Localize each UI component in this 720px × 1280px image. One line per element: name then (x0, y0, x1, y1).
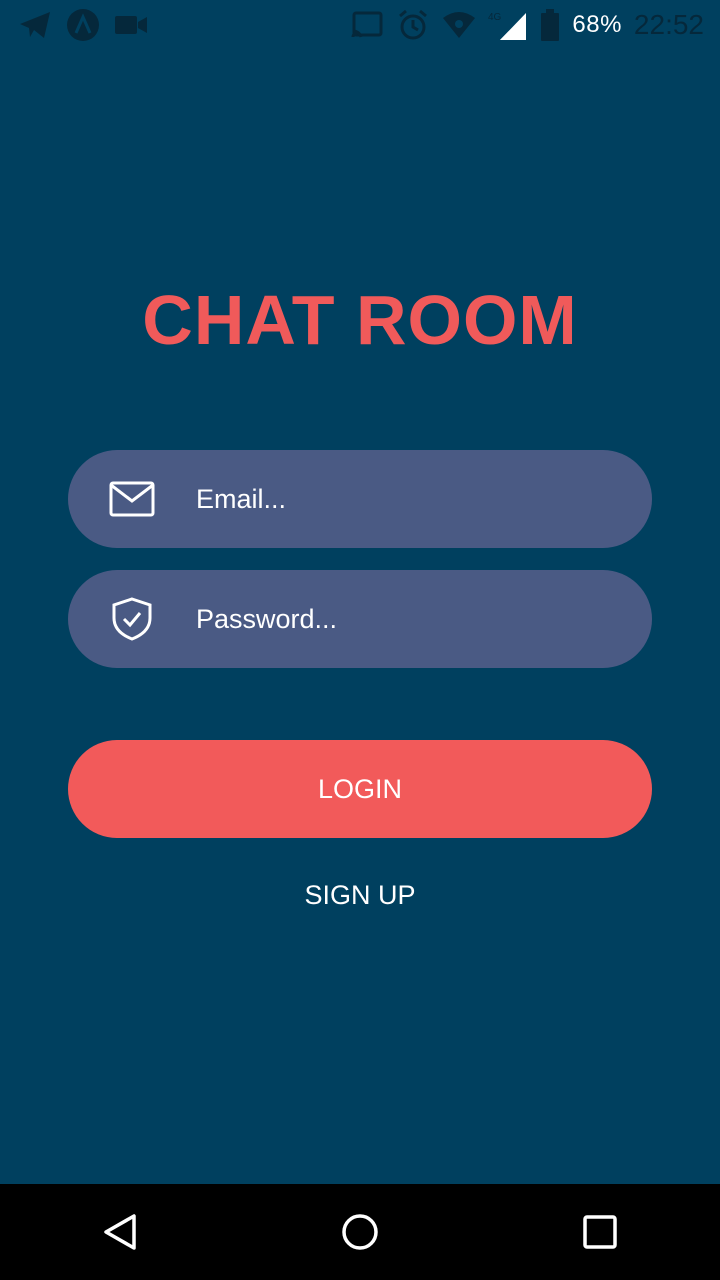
battery-percent: 68% (572, 11, 622, 38)
battery-icon (540, 8, 560, 42)
password-input[interactable] (194, 602, 652, 636)
clock: 22:52 (633, 9, 704, 40)
email-field[interactable] (68, 450, 652, 548)
login-button[interactable]: LOGIN (68, 740, 652, 838)
signup-button[interactable]: SIGN UP (0, 880, 720, 911)
status-bar: 4G 68% 22:52 (0, 0, 720, 50)
network-label: 4G (488, 12, 502, 23)
status-bar-left (0, 8, 148, 42)
video-icon (114, 8, 148, 42)
recents-icon[interactable] (570, 1202, 630, 1262)
mail-icon (108, 475, 156, 523)
navigation-bar (0, 1184, 720, 1280)
wifi-icon (442, 8, 476, 42)
shield-check-icon (108, 595, 156, 643)
email-input[interactable] (194, 482, 652, 516)
alarm-icon (396, 8, 430, 42)
telegram-icon (18, 8, 52, 42)
back-icon[interactable] (90, 1202, 150, 1262)
password-field[interactable] (68, 570, 652, 668)
page-title: CHAT ROOM (142, 281, 578, 359)
status-bar-right: 4G 68% 22:52 (350, 8, 720, 42)
home-icon[interactable] (330, 1202, 390, 1262)
signal-icon: 4G (488, 8, 528, 42)
cast-icon (350, 8, 384, 42)
android-icon (66, 8, 100, 42)
